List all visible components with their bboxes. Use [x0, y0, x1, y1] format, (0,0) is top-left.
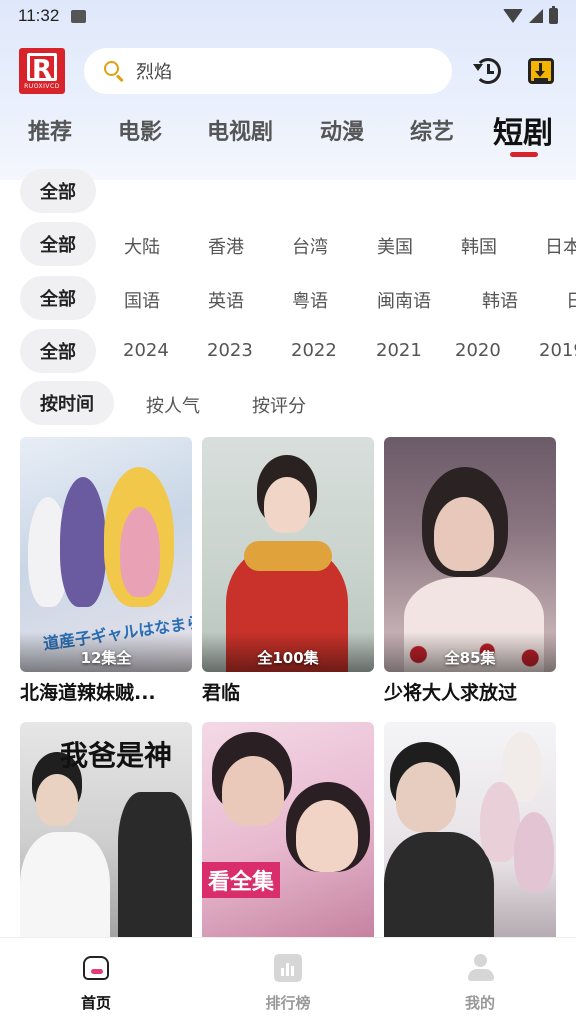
status-bar: 11:32	[0, 0, 576, 32]
poster-image: 我爸是神	[20, 722, 192, 957]
filter-year-option[interactable]: 2020	[455, 340, 501, 361]
tab-short-drama[interactable]: 短剧	[493, 108, 553, 152]
filter-region-option[interactable]: 香港	[208, 233, 244, 259]
poster-title-text: 看全集	[202, 862, 281, 898]
ranking-icon	[274, 954, 302, 982]
active-tab-indicator	[510, 152, 538, 157]
episode-badge: 12集全	[80, 649, 132, 667]
filter-row-language: 全部 国语 英语 粤语 闽南语 韩语 日语	[0, 276, 576, 320]
logo-mark-icon: R	[27, 52, 57, 84]
card-title: 北海道辣妹贼...	[20, 682, 156, 704]
home-icon	[82, 954, 110, 982]
filter-year-option[interactable]: 2022	[291, 340, 337, 361]
history-icon[interactable]	[473, 56, 503, 86]
status-indicators	[503, 6, 558, 24]
logo-text: RUOXIVCD	[24, 82, 60, 90]
tab-variety[interactable]: 综艺	[410, 114, 454, 146]
nav-label: 排行榜	[265, 994, 311, 1012]
download-icon[interactable]	[526, 56, 556, 86]
card-title: 君临	[202, 682, 241, 704]
filter-language-option[interactable]: 韩语	[482, 287, 518, 313]
photo-notification-icon	[71, 9, 87, 23]
filter-year-option[interactable]: 2023	[207, 340, 253, 361]
filter-all-type[interactable]: 全部	[20, 169, 96, 213]
nav-label: 我的	[464, 994, 495, 1012]
category-tabs: 推荐 电影 电视剧 动漫 综艺 短剧	[0, 108, 576, 158]
sort-by-time[interactable]: 按时间	[20, 381, 114, 425]
filter-region-option[interactable]: 美国	[377, 233, 413, 259]
sort-row: 按时间 按人气 按评分	[0, 381, 576, 425]
poster-image: 道産子ギャルはなまらめんこい 12集全	[20, 437, 192, 672]
filter-region-option[interactable]: 大陆	[124, 233, 160, 259]
filter-row-region: 全部 大陆 香港 台湾 美国 韩国 日本	[0, 222, 576, 266]
filter-language-option[interactable]: 国语	[124, 287, 160, 313]
filter-language-option[interactable]: 闽南语	[377, 287, 431, 313]
battery-icon	[549, 6, 558, 24]
drama-card[interactable]: 道産子ギャルはなまらめんこい 12集全 北海道辣妹贼...	[20, 437, 192, 705]
drama-card[interactable]: 全85集 少将大人求放过	[384, 437, 556, 705]
poster-image: 看全集	[202, 722, 374, 957]
tab-anime[interactable]: 动漫	[320, 114, 364, 146]
profile-icon	[466, 954, 494, 982]
wifi-icon	[503, 9, 523, 23]
filter-row-year: 全部 2024 2023 2022 2021 2020 2019	[0, 329, 576, 373]
poster-image: 全85集	[384, 437, 556, 672]
filter-year-option[interactable]: 2024	[123, 340, 169, 361]
sort-by-popularity[interactable]: 按人气	[146, 392, 200, 418]
tab-movies[interactable]: 电影	[118, 114, 162, 146]
nav-profile[interactable]: 我的	[440, 954, 520, 1013]
card-title: 少将大人求放过	[384, 682, 518, 704]
filter-region-option[interactable]: 韩国	[461, 233, 497, 259]
drama-card[interactable]: 看全集	[202, 722, 374, 963]
filter-region-option[interactable]: 日本	[545, 233, 576, 259]
filter-all-region[interactable]: 全部	[20, 222, 96, 266]
signal-icon	[529, 9, 543, 23]
bottom-nav: 首页 排行榜 我的	[0, 937, 576, 1024]
drama-card[interactable]	[384, 722, 556, 963]
episode-badge: 全100集	[257, 649, 319, 667]
poster-title-text: 我爸是神	[60, 739, 173, 772]
nav-ranking[interactable]: 排行榜	[248, 954, 328, 1013]
drama-card[interactable]: 我爸是神	[20, 722, 192, 963]
filter-language-option[interactable]: 粤语	[292, 287, 328, 313]
sort-by-rating[interactable]: 按评分	[252, 392, 306, 418]
status-time: 11:32	[18, 6, 60, 25]
nav-label: 首页	[80, 994, 111, 1012]
filter-all-language[interactable]: 全部	[20, 276, 96, 320]
filter-year-option[interactable]: 2021	[376, 340, 422, 361]
filter-row-type: 全部	[0, 169, 576, 213]
search-icon	[104, 61, 124, 83]
poster-image	[384, 722, 556, 957]
nav-home[interactable]: 首页	[56, 954, 136, 1013]
tab-tv-series[interactable]: 电视剧	[207, 114, 273, 146]
search-placeholder: 烈焰	[136, 62, 172, 83]
filter-year-option[interactable]: 2019	[539, 340, 576, 361]
tab-recommend[interactable]: 推荐	[28, 114, 72, 146]
filter-region-option[interactable]: 台湾	[292, 233, 328, 259]
filter-language-option[interactable]: 日语	[566, 287, 576, 313]
poster-image: 全100集	[202, 437, 374, 672]
filter-language-option[interactable]: 英语	[208, 287, 244, 313]
search-input[interactable]: 烈焰	[84, 48, 452, 94]
drama-card[interactable]: 全100集 君临	[202, 437, 374, 705]
app-logo[interactable]: R RUOXIVCD	[19, 48, 65, 94]
filter-all-year[interactable]: 全部	[20, 329, 96, 373]
episode-badge: 全85集	[444, 649, 496, 667]
